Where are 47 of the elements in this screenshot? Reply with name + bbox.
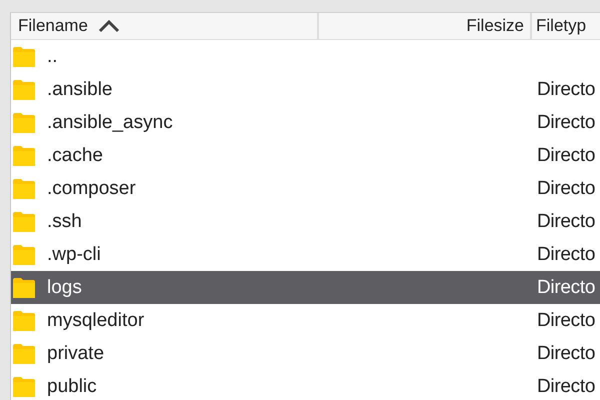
file-name: logs (47, 276, 82, 298)
file-row[interactable]: public Directo (11, 370, 600, 400)
column-header[interactable]: Filesize (319, 13, 532, 39)
file-type: Directo (537, 210, 596, 232)
folder-icon (13, 310, 35, 330)
file-name: .ssh (47, 210, 82, 232)
file-row[interactable]: .ansible_async Directo (11, 106, 600, 139)
file-type: Directo (537, 342, 596, 364)
file-type: Directo (537, 276, 596, 298)
file-name: public (47, 376, 97, 398)
file-type: Directo (537, 178, 596, 198)
file-name: .. (47, 46, 58, 68)
sort-ascending-icon (98, 19, 120, 33)
column-header[interactable]: Filename (11, 13, 319, 39)
file-row[interactable]: .. (11, 40, 600, 73)
folder-icon (13, 376, 35, 396)
folder-icon (13, 178, 35, 198)
file-type: Directo (537, 144, 596, 166)
file-name: .composer (47, 178, 136, 200)
file-type: Directo (537, 78, 596, 100)
column-header[interactable]: Filetyp (532, 13, 600, 39)
folder-icon (13, 46, 35, 66)
folder-icon (13, 244, 35, 264)
file-type: Directo (537, 112, 596, 132)
file-name: mysqleditor (47, 310, 144, 332)
file-name: .ansible_async (47, 112, 173, 134)
folder-icon (13, 80, 35, 100)
folder-icon (13, 112, 35, 132)
file-type: Directo (537, 244, 596, 264)
folder-icon (13, 146, 35, 166)
file-name: private (47, 342, 104, 364)
file-row[interactable]: private Directo (11, 337, 600, 370)
file-row[interactable]: logs Directo (11, 271, 600, 304)
file-row[interactable]: .ansible Directo (11, 73, 600, 106)
file-row[interactable]: .cache Directo (11, 139, 600, 172)
file-row[interactable]: mysqleditor Directo (11, 304, 600, 337)
file-name: .wp-cli (47, 244, 101, 266)
folder-icon (13, 278, 35, 298)
file-row[interactable]: .wp-cli Directo (11, 238, 600, 271)
folder-icon (13, 212, 35, 232)
file-name: .cache (47, 144, 103, 166)
folder-icon (13, 344, 35, 364)
file-row[interactable]: .composer Directo (11, 172, 600, 205)
file-row[interactable]: .ssh Directo (11, 205, 600, 238)
file-type: Directo (537, 376, 596, 396)
file-type: Directo (537, 310, 596, 330)
file-name: .ansible (47, 78, 112, 100)
